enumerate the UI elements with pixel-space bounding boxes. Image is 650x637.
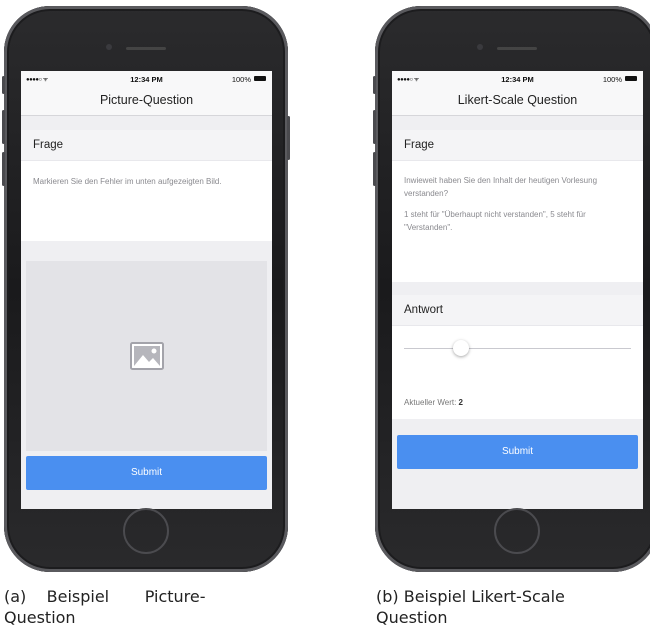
caption-b-line2: Question (376, 608, 448, 627)
battery-icon (625, 76, 637, 81)
phone-screen: ●●●●○ ᯤ 12:34 PM 100% Picture-Question F… (21, 71, 272, 509)
current-value: 2 (458, 398, 463, 407)
phone-frame-picture-question: ●●●●○ ᯤ 12:34 PM 100% Picture-Question F… (2, 6, 290, 572)
phone-screen: ●●●●○ ᯤ 12:34 PM 100% Likert-Scale Quest… (392, 71, 643, 509)
volume-down-button (2, 152, 5, 186)
nav-title: Likert-Scale Question (392, 87, 643, 116)
submit-button[interactable]: Submit (397, 435, 638, 469)
image-placeholder-icon (129, 342, 164, 370)
slider-track[interactable] (404, 348, 631, 349)
volume-down-button (373, 152, 376, 186)
front-camera (477, 44, 483, 50)
volume-up-button (373, 110, 376, 144)
battery-percent: 100% (602, 75, 622, 84)
volume-up-button (2, 110, 5, 144)
nav-title: Picture-Question (21, 87, 272, 116)
question-text: Inwieweit haben Sie den Inhalt der heuti… (404, 176, 598, 198)
caption-a-line1: (a) Beispiel Picture- (4, 587, 206, 606)
caption-b-line1: (b) Beispiel Likert-Scale (376, 587, 565, 606)
answer-card: Antwort Aktueller Wert: 2 (392, 295, 643, 419)
current-value-label: Aktueller Wert: (404, 398, 457, 407)
caption-a: (a) Beispiel Picture- Question (4, 586, 294, 628)
mute-switch (2, 76, 5, 94)
status-bar: ●●●●○ ᯤ 12:34 PM 100% (392, 71, 643, 87)
front-camera (106, 44, 112, 50)
question-card: Frage Markieren Sie den Fehler im unten … (21, 130, 272, 241)
caption-a-line2: Question (4, 608, 76, 627)
slider-thumb[interactable] (452, 340, 469, 356)
question-header: Frage (21, 130, 272, 161)
question-card: Frage Inwieweit haben Sie den Inhalt der… (392, 130, 643, 282)
picture-area[interactable] (26, 261, 267, 451)
mute-switch (373, 76, 376, 94)
battery-icon (254, 76, 266, 81)
status-bar: ●●●●○ ᯤ 12:34 PM 100% (21, 71, 272, 87)
question-text: Markieren Sie den Fehler im unten aufgez… (33, 177, 222, 186)
question-header: Frage (392, 130, 643, 161)
caption-b: (b) Beispiel Likert-Scale Question (376, 586, 650, 628)
likert-slider[interactable] (392, 340, 643, 356)
home-button[interactable] (494, 508, 540, 554)
earpiece-speaker (126, 47, 166, 50)
home-button[interactable] (123, 508, 169, 554)
battery-percent: 100% (231, 75, 251, 84)
earpiece-speaker (497, 47, 537, 50)
submit-button[interactable]: Submit (26, 456, 267, 490)
phone-frame-likert-question: ●●●●○ ᯤ 12:34 PM 100% Likert-Scale Quest… (373, 6, 650, 572)
answer-header: Antwort (392, 295, 643, 326)
power-button (287, 116, 290, 160)
current-value-row: Aktueller Wert: 2 (392, 349, 643, 410)
scale-explanation: 1 steht für "Überhaupt nicht verstanden"… (404, 210, 586, 232)
